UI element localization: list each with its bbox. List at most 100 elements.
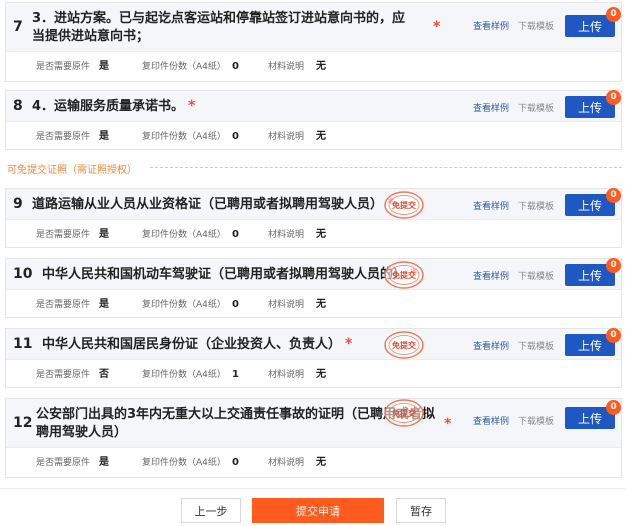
- prev-step-button[interactable]: 上一步: [181, 498, 241, 523]
- required-star: *: [444, 416, 452, 432]
- copies-label: 复印件份数（A4纸）: [142, 62, 226, 72]
- material-card-12: 12 公安部门出具的3年内无重大以上交通责任事故的证明（已聘用或者拟聘用驾驶人员…: [5, 398, 622, 478]
- material-card-7: 7 3．进站方案。已与起讫点客运站和停靠站签订进站意向书的，应当提供进站意向书；…: [5, 2, 622, 82]
- upload-count-badge: 0: [606, 7, 621, 22]
- material-card-header: 7 3．进站方案。已与起讫点客运站和停靠站签订进站意向书的，应当提供进站意向书；…: [6, 3, 621, 52]
- item-title-text: 中华人民共和国居民身份证（企业投资人、负责人）: [42, 337, 342, 352]
- notes-label: 材料说明: [268, 132, 305, 142]
- original-required-value: 是: [99, 457, 109, 468]
- item-title: 道路运输从业人员从业资格证（已聘用或者拟聘用驾驶人员）*: [32, 195, 394, 214]
- download-template-link[interactable]: 下载模板: [518, 199, 554, 212]
- item-title-text: 4．运输服务质量承诺书。: [32, 99, 185, 114]
- material-meta-row: 是否需要原件 是 复印件份数（A4纸） 0 材料说明 无: [6, 122, 621, 152]
- original-required-label: 是否需要原件: [36, 458, 91, 468]
- exempt-stamp-icon: 免提交: [384, 191, 424, 219]
- copies-value: 1: [232, 369, 239, 380]
- material-meta-row: 是否需要原件 是 复印件份数（A4纸） 0 材料说明 无: [6, 290, 621, 320]
- download-template-link[interactable]: 下载模板: [518, 414, 554, 427]
- copies-label: 复印件份数（A4纸）: [142, 300, 226, 310]
- upload-count-badge: 0: [606, 328, 621, 343]
- notes-value: 无: [316, 369, 326, 380]
- original-required-value: 否: [99, 369, 109, 380]
- view-sample-link[interactable]: 查看样例: [473, 199, 509, 212]
- item-number: 9: [13, 196, 23, 212]
- submit-application-button[interactable]: 提交申请: [252, 498, 384, 523]
- item-title-text: 中华人民共和国机动车驾驶证（已聘用或者拟聘用驾驶人员的）: [42, 267, 407, 282]
- view-sample-link[interactable]: 查看样例: [473, 101, 509, 114]
- upload-count-badge: 0: [606, 90, 621, 105]
- material-card-header: 8 4．运输服务质量承诺书。 * 查看样例 下载模板 上传 0: [6, 90, 621, 122]
- copies-label: 复印件份数（A4纸）: [142, 132, 226, 142]
- notes-label: 材料说明: [268, 300, 305, 310]
- original-required-label: 是否需要原件: [36, 370, 91, 380]
- view-sample-link[interactable]: 查看样例: [473, 414, 509, 427]
- exempt-stamp-icon: 免提交: [384, 331, 424, 359]
- material-card-header: 12 公安部门出具的3年内无重大以上交通责任事故的证明（已聘用或者拟聘用驾驶人员…: [6, 399, 621, 448]
- notes-value: 无: [316, 229, 326, 240]
- upload-count-badge: 0: [606, 400, 621, 415]
- required-star: *: [345, 336, 353, 352]
- original-required-value: 是: [99, 299, 109, 310]
- original-required-value: 是: [99, 131, 109, 142]
- exempt-stamp-icon: 免提交: [384, 399, 424, 427]
- original-required-label: 是否需要原件: [36, 132, 91, 142]
- item-title: 中华人民共和国机动车驾驶证（已聘用或者拟聘用驾驶人员的）*: [42, 265, 417, 284]
- download-template-link[interactable]: 下载模板: [518, 19, 554, 32]
- material-meta-row: 是否需要原件 是 复印件份数（A4纸） 0 材料说明 无: [6, 448, 621, 478]
- upload-count-badge: 0: [606, 188, 621, 203]
- copies-value: 0: [232, 229, 239, 240]
- notes-value: 无: [316, 299, 326, 310]
- material-card-header: 10 中华人民共和国机动车驾驶证（已聘用或者拟聘用驾驶人员的）* 免提交 查看样…: [6, 258, 621, 290]
- view-sample-link[interactable]: 查看样例: [473, 269, 509, 282]
- material-card-10: 10 中华人民共和国机动车驾驶证（已聘用或者拟聘用驾驶人员的）* 免提交 查看样…: [5, 258, 622, 318]
- notes-value: 无: [316, 61, 326, 72]
- copies-value: 0: [232, 457, 239, 468]
- notes-label: 材料说明: [268, 370, 305, 380]
- item-title: 中华人民共和国居民身份证（企业投资人、负责人） *: [42, 335, 352, 354]
- material-meta-row: 是否需要原件 是 复印件份数（A4纸） 0 材料说明 无: [6, 52, 621, 82]
- material-meta-row: 是否需要原件 是 复印件份数（A4纸） 0 材料说明 无: [6, 220, 621, 250]
- required-star: *: [188, 98, 196, 114]
- original-required-label: 是否需要原件: [36, 300, 91, 310]
- item-title: 公安部门出具的3年内无重大以上交通责任事故的证明（已聘用或者拟聘用驾驶人员）: [36, 407, 436, 440]
- copies-value: 0: [232, 61, 239, 72]
- download-template-link[interactable]: 下载模板: [518, 101, 554, 114]
- copies-label: 复印件份数（A4纸）: [142, 230, 226, 240]
- svg-text:免提交: 免提交: [392, 200, 416, 210]
- copies-value: 0: [232, 131, 239, 142]
- copies-label: 复印件份数（A4纸）: [142, 370, 226, 380]
- material-card-header: 9 道路运输从业人员从业资格证（已聘用或者拟聘用驾驶人员）* 免提交 查看样例 …: [6, 188, 621, 220]
- item-number: 8: [13, 98, 23, 114]
- save-draft-button[interactable]: 暂存: [396, 498, 446, 523]
- item-title-text: 道路运输从业人员从业资格证（已聘用或者拟聘用驾驶人员）: [32, 197, 384, 212]
- required-star: *: [433, 19, 441, 35]
- original-required-value: 是: [99, 61, 109, 72]
- material-card-8: 8 4．运输服务质量承诺书。 * 查看样例 下载模板 上传 0 是否需要原件 是 …: [5, 90, 622, 150]
- upload-count-badge: 0: [606, 258, 621, 273]
- svg-text:免提交: 免提交: [392, 270, 416, 280]
- material-card-header: 11 中华人民共和国居民身份证（企业投资人、负责人） * 免提交 查看样例 下载模…: [6, 328, 621, 360]
- original-required-value: 是: [99, 229, 109, 240]
- item-title: 3．进站方案。已与起讫点客运站和停靠站签订进站意向书的，应当提供进站意向书；: [32, 11, 406, 44]
- exempt-section-label: 可免提交证照（需证照授权）: [7, 165, 137, 176]
- view-sample-link[interactable]: 查看样例: [473, 19, 509, 32]
- download-template-link[interactable]: 下载模板: [518, 339, 554, 352]
- material-card-11: 11 中华人民共和国居民身份证（企业投资人、负责人） * 免提交 查看样例 下载模…: [5, 328, 622, 388]
- item-number: 10: [13, 266, 33, 282]
- svg-text:免提交: 免提交: [392, 340, 416, 350]
- item-number: 11: [13, 336, 33, 352]
- notes-label: 材料说明: [268, 458, 305, 468]
- original-required-label: 是否需要原件: [36, 62, 91, 72]
- copies-label: 复印件份数（A4纸）: [142, 458, 226, 468]
- notes-label: 材料说明: [268, 230, 305, 240]
- material-card-9: 9 道路运输从业人员从业资格证（已聘用或者拟聘用驾驶人员）* 免提交 查看样例 …: [5, 188, 622, 248]
- section-divider: [150, 167, 622, 168]
- copies-value: 0: [232, 299, 239, 310]
- view-sample-link[interactable]: 查看样例: [473, 339, 509, 352]
- exempt-stamp-icon: 免提交: [384, 261, 424, 289]
- original-required-label: 是否需要原件: [36, 230, 91, 240]
- download-template-link[interactable]: 下载模板: [518, 269, 554, 282]
- footer-divider: [0, 488, 626, 489]
- notes-value: 无: [316, 457, 326, 468]
- item-number: 7: [13, 19, 23, 35]
